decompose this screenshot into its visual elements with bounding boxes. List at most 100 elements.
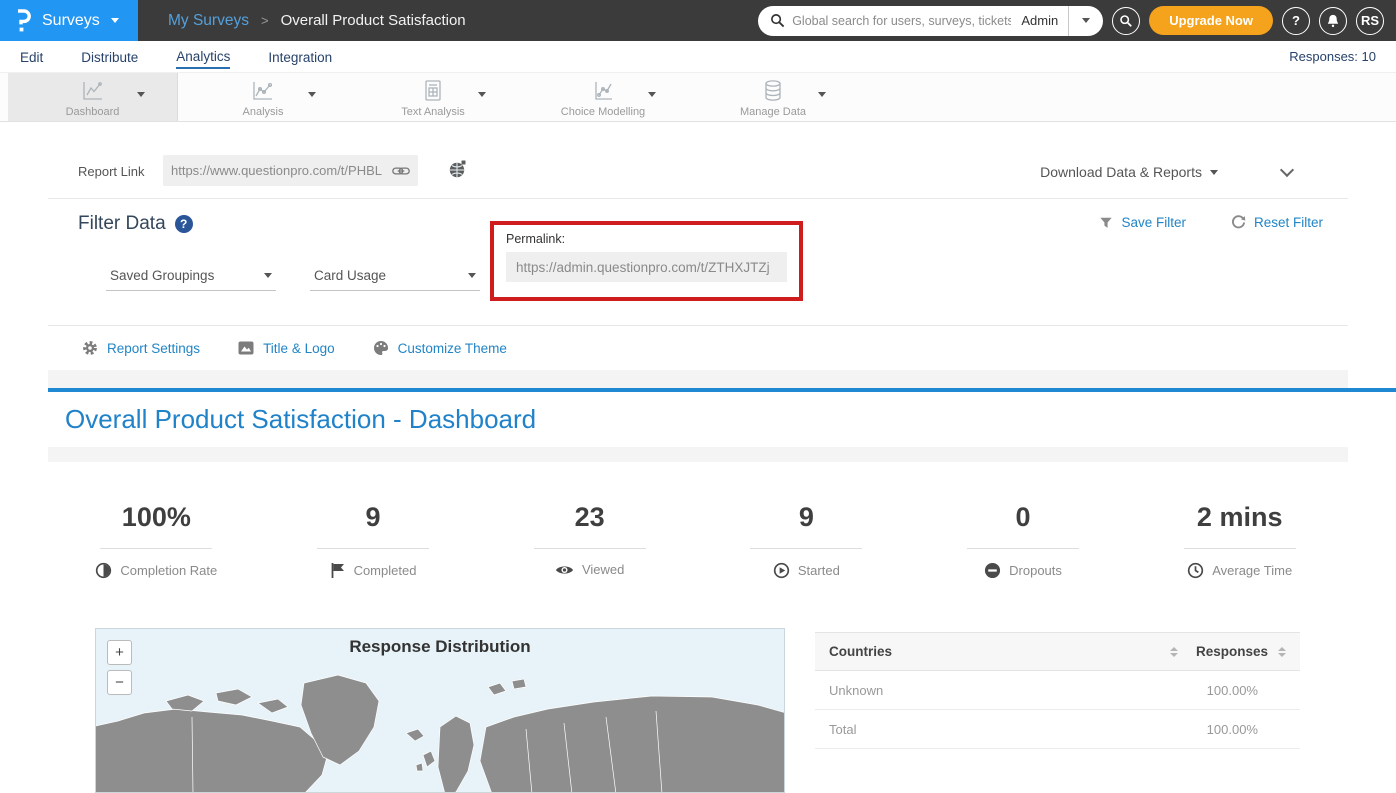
responses-column-header[interactable]: Responses [1196,644,1286,659]
breadcrumb-my-surveys[interactable]: My Surveys [168,12,249,30]
table-row: Total 100.00% [815,710,1300,749]
analytics-toolbar: Dashboard Analysis Text Analysis Choice … [0,72,1396,122]
global-search: Admin [758,6,1103,36]
section-gap [48,370,1348,388]
play-circle-icon [773,562,790,579]
permalink-highlight-box: Permalink: [490,221,803,301]
table-row: Unknown 100.00% [815,671,1300,710]
global-search-input[interactable] [792,14,1011,28]
quick-search-button[interactable] [1112,7,1140,35]
stat-dropouts: 0 Dropouts [915,502,1132,628]
bell-icon [1326,13,1340,28]
stat-started: 9 Started [698,502,915,628]
user-avatar[interactable]: RS [1356,7,1384,35]
stat-viewed: 23 Viewed [481,502,698,628]
nav-analytics[interactable]: Analytics [176,45,230,69]
reset-filter-button[interactable]: Reset Filter [1231,215,1323,230]
dashboard-title-band: Overall Product Satisfaction - Dashboard [48,392,1396,447]
countries-column-header[interactable]: Countries [829,644,1170,659]
nav-edit[interactable]: Edit [20,46,43,68]
surveys-app-switcher[interactable]: Surveys [0,0,138,41]
card-usage-dropdown[interactable]: Card Usage [310,261,480,291]
customize-theme-link[interactable]: Customize Theme [373,340,507,356]
filter-data-heading: Filter Data ? [78,213,193,235]
report-link-label: Report Link [78,164,144,179]
report-settings-link[interactable]: Report Settings [82,340,200,356]
chevron-down-icon [111,18,119,23]
chevron-down-icon [264,273,272,278]
map-title: Response Distribution [96,637,784,657]
sort-responses-icon[interactable] [1278,647,1286,657]
filter-help-icon[interactable]: ? [175,215,193,233]
tab-analysis-dropdown[interactable] [308,92,316,97]
help-button[interactable]: ? [1282,7,1310,35]
eye-icon [555,563,574,577]
countries-table-header: Countries Responses [815,632,1300,671]
map-zoom-in-button[interactable]: + [107,640,132,665]
survey-nav: Edit Distribute Analytics Integration Re… [0,41,1396,72]
link-icon[interactable] [392,165,410,177]
tab-dashboard-dropdown[interactable] [137,92,145,97]
sort-countries-icon[interactable] [1170,647,1178,657]
response-distribution-map[interactable]: Response Distribution + − [95,628,785,793]
section-gap [48,447,1348,462]
search-scope-admin[interactable]: Admin [1011,13,1068,28]
stat-completion-rate: 100% Completion Rate [48,502,265,628]
image-icon [238,341,254,355]
half-circle-icon [95,562,112,579]
upgrade-now-button[interactable]: Upgrade Now [1149,6,1273,35]
tab-manage-data[interactable]: Manage Data [688,73,858,121]
gear-icon [82,340,98,356]
nav-integration[interactable]: Integration [268,46,332,68]
divider [48,198,1348,199]
product-label: Surveys [42,12,100,30]
tab-analysis[interactable]: Analysis [178,73,348,121]
report-link-input[interactable] [171,163,392,178]
responses-count: Responses: 10 [1289,49,1376,64]
report-filter-panel: Report Link Download Data & Reports Filt… [48,145,1348,370]
refresh-icon [1231,215,1246,230]
report-settings-row: Report Settings Title & Logo Customize T… [82,326,507,370]
top-bar: Surveys My Surveys > Overall Product Sat… [0,0,1396,41]
permalink-input[interactable] [506,252,787,282]
stat-average-time: 2 mins Average Time [1131,502,1348,628]
map-zoom-out-button[interactable]: − [107,670,132,695]
tab-dashboard[interactable]: Dashboard [8,73,178,121]
choice-modelling-icon [591,78,615,104]
globe-edit-icon[interactable] [448,159,468,184]
flag-icon [330,562,346,579]
search-icon [770,13,785,28]
page-title: Overall Product Satisfaction - Dashboard [48,404,536,435]
dashboard-chart-icon [81,78,105,104]
filter-actions: Save Filter Reset Filter [1099,215,1323,230]
notifications-button[interactable] [1319,7,1347,35]
map-zoom-controls: + − [107,640,132,695]
title-logo-link[interactable]: Title & Logo [238,341,335,356]
tab-text-analysis[interactable]: Text Analysis [348,73,518,121]
funnel-icon [1099,216,1113,230]
tab-text-analysis-dropdown[interactable] [478,92,486,97]
palette-icon [373,340,389,356]
download-data-reports-dropdown[interactable]: Download Data & Reports [1040,164,1218,180]
database-icon [762,78,784,104]
breadcrumb-separator: > [261,13,269,28]
stat-completed: 9 Completed [265,502,482,628]
tab-manage-data-dropdown[interactable] [818,92,826,97]
saved-groupings-dropdown[interactable]: Saved Groupings [106,261,276,291]
chevron-down-icon [1210,170,1218,175]
text-analysis-icon [422,78,444,104]
tab-choice-modelling-dropdown[interactable] [648,92,656,97]
questionpro-logo-icon [15,8,31,33]
analysis-chart-icon [251,78,275,104]
breadcrumb: My Surveys > Overall Product Satisfactio… [168,12,466,30]
collapse-panel-chevron[interactable] [1280,163,1294,177]
survey-stats: 100% Completion Rate 9 Completed 23 View… [48,462,1348,628]
countries-table: Countries Responses Unknown 100.00% Tota… [815,632,1300,749]
minus-circle-icon [984,562,1001,579]
nav-distribute[interactable]: Distribute [81,46,138,68]
search-scope-dropdown[interactable] [1069,6,1103,36]
tab-choice-modelling[interactable]: Choice Modelling [518,73,688,121]
breadcrumb-current-survey: Overall Product Satisfaction [281,12,466,29]
save-filter-button[interactable]: Save Filter [1099,215,1186,230]
chevron-down-icon [468,273,476,278]
